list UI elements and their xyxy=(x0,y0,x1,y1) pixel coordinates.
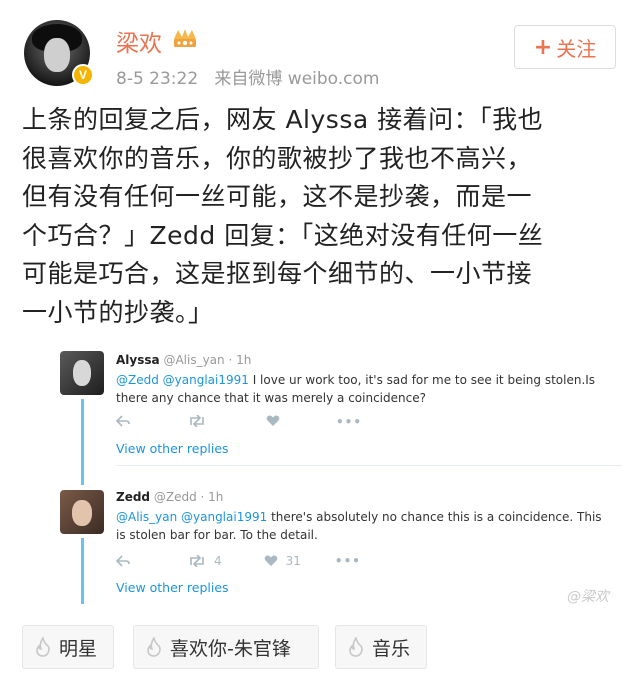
follow-label: 关注 xyxy=(556,36,597,61)
tweet-avatar xyxy=(60,351,104,395)
tag-label: 明星 xyxy=(59,637,98,660)
post-text: 上条的回复之后，网友 Alyssa 接着问：「我也 很喜欢你的音乐，你的歌被抄了… xyxy=(22,101,622,332)
flame-icon xyxy=(349,637,363,657)
tweet-avatar xyxy=(60,490,104,534)
post-line: 很喜欢你的音乐，你的歌被抄了我也不高兴， xyxy=(22,143,533,173)
post-source: 来自微博 weibo.com xyxy=(214,69,380,89)
retweet-count: 4 xyxy=(214,554,222,568)
post-line: 个巧合？」Zedd 回复：「这绝对没有任何一丝 xyxy=(22,220,544,250)
reply-icon xyxy=(116,415,130,427)
tag-label: 音乐 xyxy=(372,637,411,660)
divider xyxy=(116,465,622,466)
more-icon: ••• xyxy=(334,554,361,568)
tweet-text: is stolen bar for bar. To the detail. xyxy=(116,528,318,542)
post-line: 但有没有任何一丝可能，这不是抄袭，而是一 xyxy=(22,182,533,211)
username[interactable]: 梁欢 xyxy=(116,24,162,58)
post-line: 可能是巧合，这是抠到每个细节的、一小节接 xyxy=(22,259,533,288)
tweet-body: @Zedd @yanglai1991 I love ur work too, i… xyxy=(116,371,606,407)
heart-icon xyxy=(264,555,278,566)
follow-button[interactable]: + 关注 xyxy=(514,25,616,69)
tweet-author: Zedd xyxy=(116,490,151,504)
flame-icon xyxy=(147,637,161,657)
crown-icon xyxy=(174,29,196,47)
tweet-actions: 4 31 ••• xyxy=(116,554,361,568)
view-other-replies-link[interactable]: View other replies xyxy=(116,580,229,595)
tag-song[interactable]: 喜欢你-朱官锋 xyxy=(133,625,319,669)
tweet-text: there's absolutely no chance this is a c… xyxy=(267,510,602,524)
like-count: 31 xyxy=(285,554,301,568)
tag-music[interactable]: 音乐 xyxy=(335,625,427,669)
thread-line xyxy=(81,538,84,604)
tweet-mentions: @Alis_yan @yanglai1991 xyxy=(116,510,268,524)
heart-icon xyxy=(266,415,280,426)
post-line: 上条的回复之后，网友 Alyssa 接着问：「我也 xyxy=(22,105,544,134)
tag-star[interactable]: 明星 xyxy=(22,625,114,669)
post-time[interactable]: 8-5 23:22 xyxy=(116,69,198,89)
tweet-actions: ••• xyxy=(116,415,362,429)
flame-icon xyxy=(36,637,50,657)
thread-line xyxy=(81,399,84,485)
retweet-icon xyxy=(190,555,204,567)
tweet-text: there any chance that it was merely a co… xyxy=(116,391,426,405)
tweet-text: I love ur work too, it's sad for me to s… xyxy=(248,373,596,387)
tag-label: 喜欢你-朱官锋 xyxy=(170,637,291,660)
embedded-tweet-image[interactable]: Alyssa @Alis_yan · 1h @Zedd @yanglai1991… xyxy=(50,345,622,610)
verified-badge: V xyxy=(72,64,94,86)
tweet-header: Alyssa @Alis_yan · 1h xyxy=(116,353,251,367)
more-icon: ••• xyxy=(336,415,363,429)
avatar-face xyxy=(44,38,70,72)
retweet-icon xyxy=(190,415,204,427)
reply-icon xyxy=(116,555,130,567)
tweet-handle: @Zedd · 1h xyxy=(153,490,224,504)
post-meta: 8-5 23:22 来自微博 weibo.com xyxy=(116,64,380,89)
tweet-author: Alyssa xyxy=(116,353,160,367)
view-other-replies-link[interactable]: View other replies xyxy=(116,441,229,456)
watermark: @梁欢 xyxy=(567,589,609,605)
plus-icon: + xyxy=(533,34,553,60)
tweet-mentions: @Zedd @yanglai1991 xyxy=(116,373,249,387)
tweet-header: Zedd @Zedd · 1h xyxy=(116,490,223,504)
tweet-handle: @Alis_yan · 1h xyxy=(163,353,252,367)
post-line: 一小节的抄袭。」 xyxy=(22,297,214,327)
tweet-body: @Alis_yan @yanglai1991 there's absolutel… xyxy=(116,508,606,544)
